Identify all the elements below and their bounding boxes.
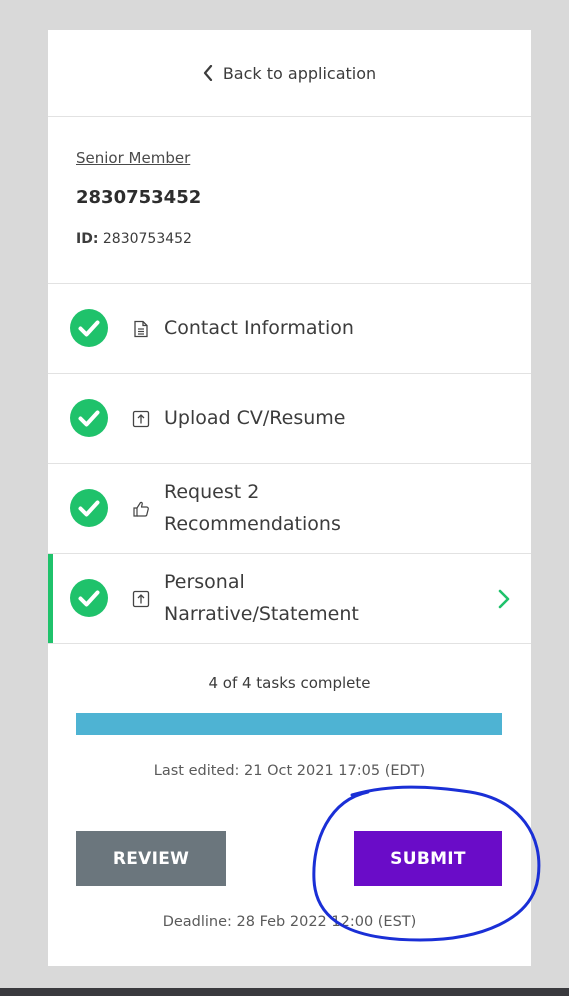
task-personal-narrative[interactable]: Personal Narrative/Statement	[48, 554, 531, 644]
bottom-bar	[0, 988, 569, 996]
back-to-application-link[interactable]: Back to application	[48, 30, 531, 117]
document-icon	[134, 320, 148, 338]
last-edited: Last edited: 21 Oct 2021 17:05 (EDT)	[153, 763, 426, 779]
progress-text: 4 of 4 tasks complete	[208, 674, 371, 692]
review-button[interactable]: REVIEW	[76, 831, 226, 886]
back-label: Back to application	[222, 63, 377, 83]
check-circle-icon	[70, 399, 108, 437]
application-panel: Back to application Senior Member 283075…	[48, 30, 531, 966]
task-contact-information[interactable]: Contact Information	[48, 284, 531, 374]
task-upload-cv-resume[interactable]: Upload CV/Resume	[48, 374, 531, 464]
member-role-link[interactable]: Senior Member	[76, 149, 190, 167]
check-circle-icon	[70, 489, 108, 527]
task-label: Contact Information	[164, 317, 354, 339]
chevron-left-icon	[203, 65, 213, 81]
upload-icon	[132, 410, 150, 428]
progress-bar-fill	[76, 713, 502, 735]
deadline: Deadline: 28 Feb 2022 12:00 (EST)	[162, 914, 417, 930]
submit-button[interactable]: SUBMIT	[354, 831, 502, 886]
member-id-value: 2830753452	[102, 231, 192, 247]
check-circle-icon	[70, 309, 108, 347]
task-request-recommendations[interactable]: Request 2 Recommendations	[48, 464, 531, 554]
task-label-line1: Request 2	[164, 481, 260, 503]
task-label-line1: Personal	[164, 571, 245, 593]
thumbs-up-icon	[133, 501, 149, 517]
chevron-right-icon	[498, 589, 510, 609]
task-label-line2: Recommendations	[164, 513, 341, 535]
task-label: Request 2 Recommendations	[164, 476, 464, 540]
check-circle-icon	[70, 579, 108, 617]
upload-icon	[132, 590, 150, 608]
member-info: Senior Member 2830753452 ID: 2830753452	[48, 117, 531, 284]
member-number: 2830753452	[76, 187, 202, 208]
task-label: Upload CV/Resume	[164, 407, 346, 429]
progress-bar	[76, 713, 502, 735]
member-id: ID: 2830753452	[76, 231, 192, 247]
task-label-line2: Narrative/Statement	[164, 603, 359, 625]
task-label: Personal Narrative/Statement	[164, 566, 464, 630]
member-id-label: ID:	[76, 231, 99, 247]
